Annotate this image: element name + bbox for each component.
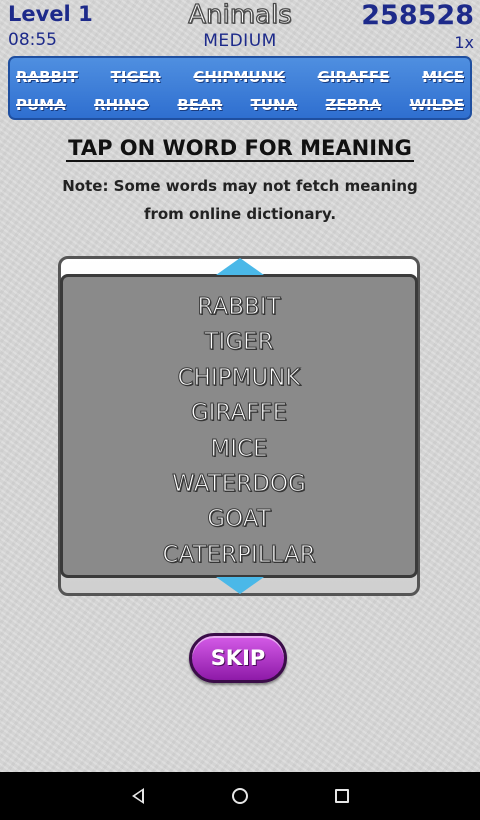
- found-word[interactable]: MICE: [60, 432, 418, 467]
- home-icon[interactable]: [232, 788, 248, 804]
- word-bank-item: RHINO: [94, 96, 150, 114]
- word-bank-item: TIGER: [110, 68, 161, 86]
- found-word[interactable]: TIGER: [60, 325, 418, 360]
- word-bank-row: RABBIT TIGER CHIPMUNK GIRAFFE MICE: [16, 63, 464, 91]
- header-right: 258528 1x: [361, 0, 474, 52]
- back-icon[interactable]: [132, 788, 144, 804]
- instruction-text: TAP ON WORD FOR MEANING: [66, 136, 414, 162]
- up-arrow-icon[interactable]: [211, 256, 269, 276]
- found-word[interactable]: WATERDOG: [60, 467, 418, 502]
- system-nav-bar: [0, 772, 480, 820]
- found-word[interactable]: CATERPILLAR: [60, 538, 418, 573]
- word-bank-item: TUNA: [250, 96, 298, 114]
- word-bank-row: PUMA RHINO BEAR TUNA ZEBRA WILDE: [16, 91, 464, 118]
- dictionary-note: Note: Some words may not fetch meaning f…: [62, 177, 418, 223]
- found-words-list: RABBIT TIGER CHIPMUNK GIRAFFE MICE WATER…: [60, 290, 418, 573]
- found-word[interactable]: CHIPMUNK: [60, 361, 418, 396]
- skip-button[interactable]: SKIP: [189, 633, 287, 683]
- word-bank-item: CHIPMUNK: [193, 68, 285, 86]
- found-word[interactable]: RABBIT: [60, 290, 418, 325]
- down-arrow-icon[interactable]: [211, 576, 269, 596]
- score-multiplier: 1x: [454, 33, 474, 52]
- word-bank-item: MICE: [422, 68, 464, 86]
- found-word[interactable]: GIRAFFE: [60, 396, 418, 431]
- word-bank-item: BEAR: [177, 96, 223, 114]
- word-bank-item: RABBIT: [16, 68, 78, 86]
- score: 258528: [361, 0, 474, 31]
- instruction-heading: TAP ON WORD FOR MEANING: [0, 136, 480, 162]
- recents-icon[interactable]: [335, 789, 349, 803]
- word-bank: RABBIT TIGER CHIPMUNK GIRAFFE MICE PUMA …: [8, 56, 472, 120]
- word-bank-item: WILDE: [409, 96, 464, 114]
- word-bank-item: PUMA: [16, 96, 66, 114]
- word-bank-item: ZEBRA: [325, 96, 382, 114]
- found-word[interactable]: GOAT: [60, 502, 418, 537]
- word-bank-item: GIRAFFE: [317, 68, 390, 86]
